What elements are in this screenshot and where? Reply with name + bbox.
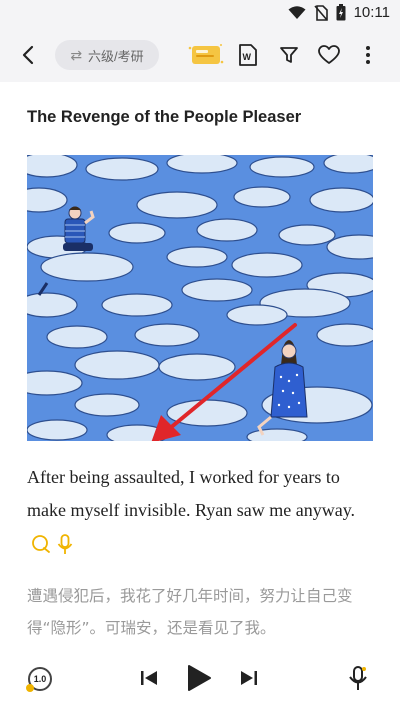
article-title: The Revenge of the People Pleaser [27, 108, 302, 126]
level-selector[interactable]: ⇄ 六级/考研 [55, 40, 159, 70]
english-paragraph: After being assaulted, I worked for year… [27, 461, 377, 560]
sentence-tools [31, 533, 73, 556]
audio-player-bar: 1.0 [0, 652, 400, 711]
playback-speed-label: 1.0 [33, 674, 47, 684]
more-vertical-icon [366, 46, 370, 64]
no-sim-icon [313, 4, 328, 21]
word-list-button[interactable]: W [234, 41, 262, 69]
heart-icon [318, 45, 340, 64]
swap-icon: ⇄ [70, 46, 83, 63]
skip-previous-icon [141, 671, 157, 685]
battery-charging-icon [336, 4, 346, 21]
record-button[interactable] [348, 666, 368, 692]
playback-speed-button[interactable]: 1.0 [26, 667, 52, 692]
status-icons: 10:11 [288, 4, 390, 21]
microphone-icon[interactable] [57, 533, 73, 556]
next-button[interactable] [240, 670, 258, 686]
speech-bubble-icon[interactable] [31, 534, 51, 554]
filter-icon [280, 47, 298, 63]
svg-text:W: W [243, 52, 252, 62]
play-icon [188, 665, 211, 691]
microphone-record-icon [349, 666, 367, 690]
level-label: 六级/考研 [88, 48, 144, 64]
english-sentence[interactable]: After being assaulted, I worked for year… [27, 467, 355, 520]
more-button[interactable] [354, 41, 382, 69]
status-bar: 10:11 [0, 0, 400, 28]
top-toolbar: ⇄ 六级/考研 W [0, 28, 400, 82]
word-doc-icon: W [239, 44, 257, 66]
lily-pad-illustration [27, 155, 373, 441]
filter-button[interactable] [275, 41, 303, 69]
previous-button[interactable] [140, 670, 158, 686]
article-illustration [27, 155, 373, 441]
chinese-translation: 遭遇侵犯后，我花了好几年时间，努力让自己变得“隐形”。可瑞安，还是看见了我。 [27, 587, 353, 637]
vip-card-icon [188, 44, 224, 64]
back-button[interactable] [14, 41, 42, 69]
play-button[interactable] [186, 664, 212, 692]
wifi-icon [288, 5, 306, 19]
chevron-left-icon [22, 45, 34, 65]
skip-next-icon [241, 671, 257, 685]
favorite-button[interactable] [315, 41, 343, 69]
card-button[interactable] [188, 41, 224, 69]
status-time: 10:11 [353, 4, 390, 21]
